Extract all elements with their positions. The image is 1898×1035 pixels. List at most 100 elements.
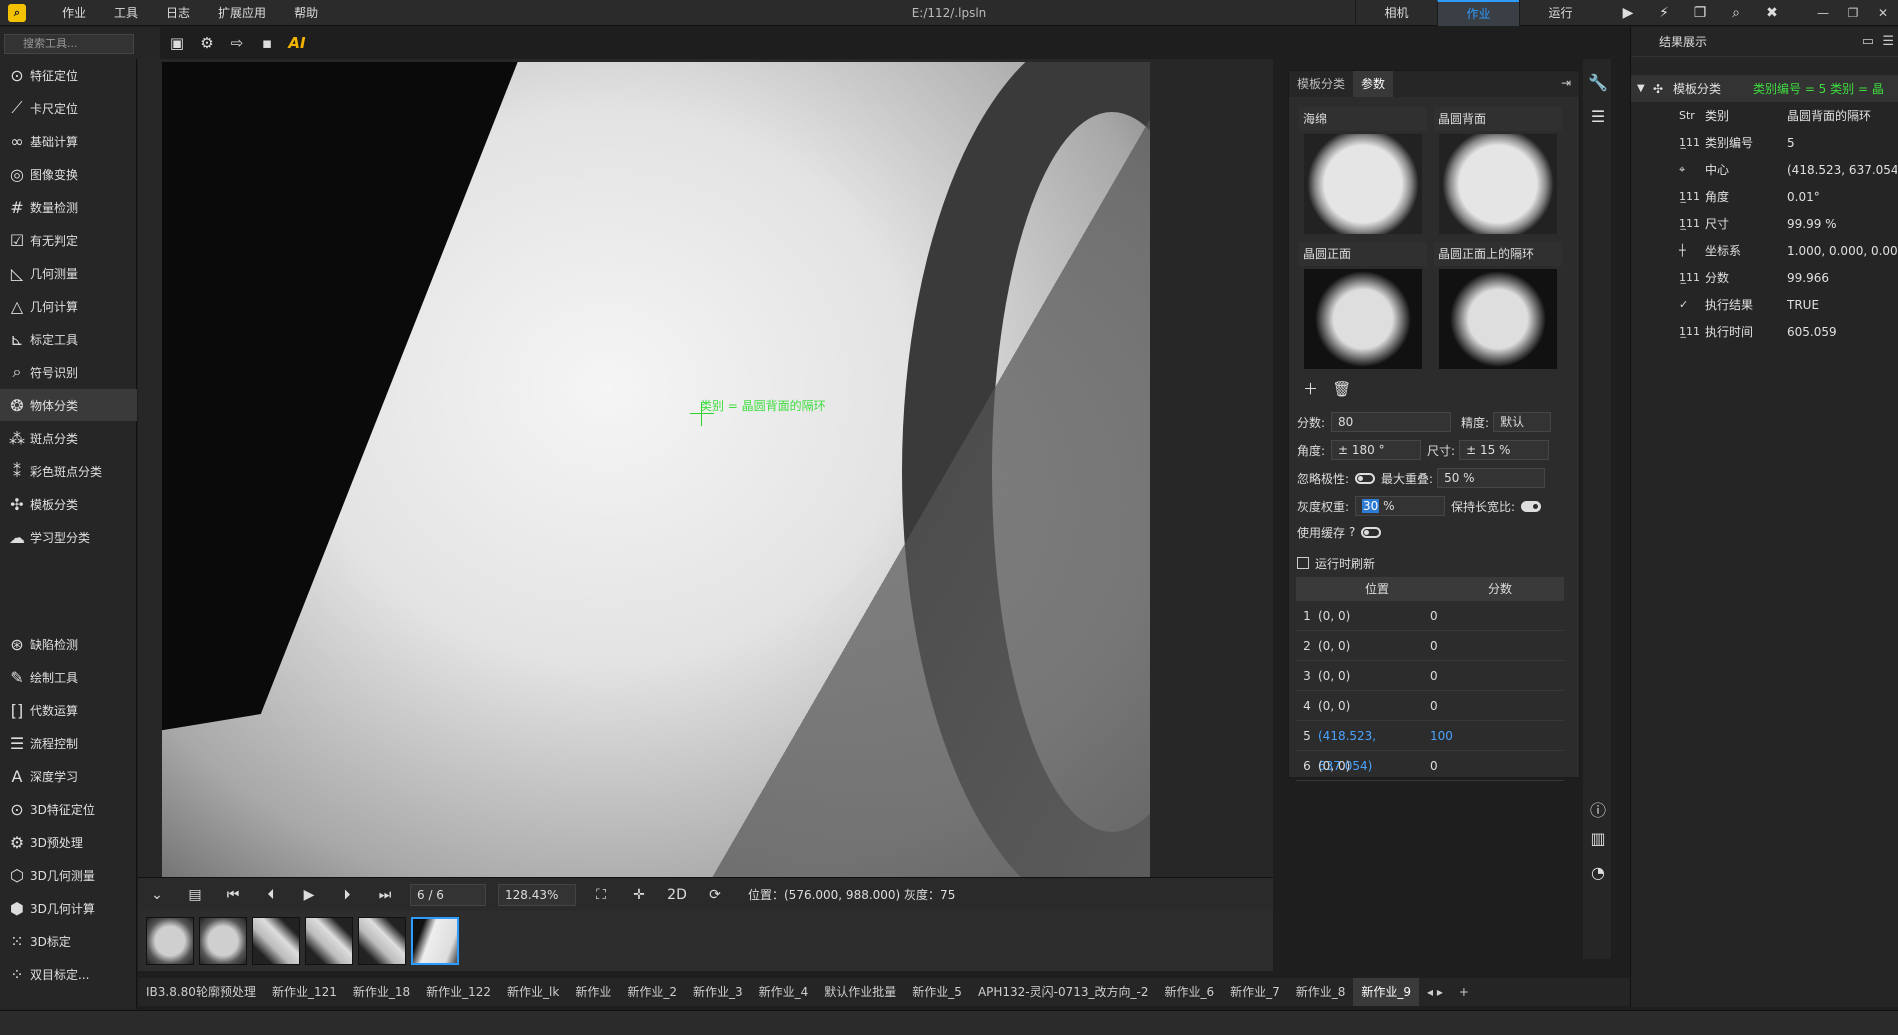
menu-help[interactable]: 帮助 (280, 0, 332, 26)
sidebar-item-image-transform[interactable]: ◎ 图像变换 (0, 158, 137, 190)
keep-ratio-toggle[interactable] (1521, 500, 1542, 512)
chart-icon[interactable]: ▥ (1587, 829, 1609, 848)
restore-icon[interactable]: ❐ (1838, 0, 1868, 26)
zoom-stepper[interactable]: 128.43% (498, 883, 576, 906)
lightning-icon[interactable]: ⚡ (1646, 0, 1682, 26)
sidebar-item-ocr[interactable]: ⌕ 符号识别 (0, 356, 137, 388)
menu-tools[interactable]: 工具 (100, 0, 152, 26)
result-row[interactable]: Str 类别 晶圆背面的隔环 (1631, 102, 1898, 129)
tab-template-classify[interactable]: 模板分类 (1289, 71, 1353, 97)
close-icon[interactable]: ✕ (1868, 0, 1898, 26)
sidebar-item-calibration[interactable]: ⊾ 标定工具 (0, 323, 137, 355)
job-tab[interactable]: 新作业_4 (751, 978, 817, 1006)
sidebar-item-geo-measure[interactable]: ◺ 几何测量 (0, 257, 137, 289)
precision-select[interactable]: 默认 (1493, 412, 1552, 432)
sidebar-item-draw[interactable]: ✎ 绘制工具 (0, 661, 137, 693)
result-row[interactable]: ┼坐标系1.000, 0.000, 0.000, - (1631, 237, 1898, 264)
use-cache-toggle[interactable] (1361, 526, 1382, 538)
job-tab[interactable]: 默认作业批量 (816, 978, 904, 1006)
collapse-icon[interactable]: ⌄ (138, 887, 176, 903)
gauge-icon[interactable]: ◔ (1587, 863, 1609, 882)
tab-scroll-icon[interactable]: ◂ ▸ (1419, 978, 1451, 1006)
job-tab[interactable]: IB3.8.80轮廓预处理 (138, 978, 264, 1006)
prev-frame-icon[interactable]: ⏴ (252, 887, 290, 903)
sidebar-item-geo-calc[interactable]: △ 几何计算 (0, 290, 137, 322)
refresh-icon[interactable]: ⟳ (696, 887, 734, 903)
angle-input[interactable]: ± 180 ° (1331, 440, 1422, 460)
tab-job[interactable]: 作业 (1437, 0, 1519, 26)
sidebar-item-3d-preprocess[interactable]: ⚙ 3D预处理 (0, 826, 137, 858)
job-tab[interactable]: 新作业_121 (264, 978, 345, 1006)
sidebar-item-flow[interactable]: ☰ 流程控制 (0, 727, 137, 759)
sidebar-item-presence[interactable]: ☑ 有无判定 (0, 224, 137, 256)
thumbnail-selected[interactable] (411, 917, 459, 965)
run-icon[interactable]: ▶ (1610, 0, 1646, 26)
template-item[interactable]: 晶圆正面上的隔环 (1434, 242, 1562, 372)
last-frame-icon[interactable]: ⏭ (366, 887, 404, 903)
size-input[interactable]: ± 15 % (1459, 440, 1550, 460)
job-tab[interactable]: 新作业_3 (685, 978, 751, 1006)
sidebar-item-template-classify[interactable]: ✣ 模板分类 (0, 488, 137, 520)
sidebar-item-algebra[interactable]: [] 代数运算 (0, 694, 137, 726)
result-row[interactable]: 1̲11 分数 99.966 (1631, 264, 1898, 291)
tab-camera[interactable]: 相机 (1355, 0, 1437, 26)
job-tab[interactable]: 新作业_8 (1288, 978, 1354, 1006)
sidebar-item-blob-classify[interactable]: ⁂ 斑点分类 (0, 422, 137, 454)
sidebar-item-basic-calc[interactable]: ∞ 基础计算 (0, 125, 137, 157)
first-frame-icon[interactable]: ⏮ (214, 887, 252, 903)
sidebar-item-3d-calib[interactable]: ⁙ 3D标定 (0, 925, 137, 957)
thumbnail[interactable] (199, 917, 247, 965)
add-icon[interactable]: ＋ (1303, 380, 1318, 398)
search-icon[interactable]: ⌕ (1718, 0, 1754, 26)
fit-icon[interactable]: ⛶ (582, 887, 620, 903)
job-tab[interactable]: 新作业_122 (418, 978, 499, 1006)
sidebar-item-object-classify[interactable]: ❂ 物体分类 (0, 389, 137, 421)
ai-link-button[interactable]: AI (282, 34, 312, 52)
result-row[interactable]: 1̲11 执行时间 605.059 (1631, 318, 1898, 345)
export-icon[interactable]: ⇨ (222, 34, 252, 52)
menu-extensions[interactable]: 扩展应用 (204, 0, 280, 26)
sidebar-item-learning-classify[interactable]: ☁ 学习型分类 (0, 521, 137, 553)
result-row[interactable]: 1̲11 角度 0.01° (1631, 183, 1898, 210)
sidebar-item-3d-calc[interactable]: ⬢ 3D几何计算 (0, 892, 137, 924)
user-off-icon[interactable]: ✖ (1754, 0, 1790, 26)
sidebar-item-color-blob[interactable]: ⁑ 彩色斑点分类 (0, 455, 137, 487)
sidebar-item-count[interactable]: # 数量检测 (0, 191, 137, 223)
thumbnail[interactable] (358, 917, 406, 965)
table-row[interactable]: 3 (0, 0) 0 (1296, 661, 1564, 691)
template-item[interactable]: 海绵 (1299, 107, 1427, 237)
table-row[interactable]: 2 (0, 0) 0 (1296, 631, 1564, 661)
job-tab[interactable]: 新作业_7 (1222, 978, 1288, 1006)
menu-job[interactable]: 作业 (48, 0, 100, 26)
job-tab[interactable]: 新作业_2 (619, 978, 685, 1006)
sidebar-item-feature-locate[interactable]: ⊙ 特征定位 (0, 59, 137, 91)
frame-stepper[interactable]: 6 / 6 (410, 883, 486, 906)
sidebar-item-deep-learning[interactable]: A 深度学习 (0, 760, 137, 792)
table-row-selected[interactable]: 5 (418.523, 637.054) 100 (1296, 721, 1564, 773)
wrench-icon[interactable]: 🔧 (1587, 73, 1609, 92)
list-icon[interactable]: ☰ (1882, 34, 1894, 49)
chevron-down-icon[interactable]: ▼ (1637, 83, 1651, 94)
gallery-icon[interactable]: ▤ (176, 887, 214, 903)
save-icon[interactable]: ▪ (252, 34, 282, 52)
sidebar-item-defect[interactable]: ⊛ 缺陷检测 (0, 628, 137, 660)
job-tab-active[interactable]: 新作业_9 (1353, 978, 1420, 1006)
help-icon[interactable]: ? (1349, 525, 1355, 539)
gray-weight-input[interactable]: 30 % (1355, 496, 1446, 516)
copy-icon[interactable]: ❐ (1682, 0, 1718, 26)
result-row[interactable]: ✓ 执行结果 TRUE (1631, 291, 1898, 318)
max-overlap-input[interactable]: 50 % (1437, 468, 1546, 488)
minimize-icon[interactable]: — (1808, 0, 1838, 26)
job-tab[interactable]: 新作业 (567, 978, 619, 1006)
table-row[interactable]: 1 (0, 0) 0 (1296, 601, 1564, 631)
folder-icon[interactable]: ▭ (1862, 34, 1874, 49)
refresh-checkbox[interactable] (1297, 557, 1309, 569)
result-root[interactable]: ▼ ✣ 模板分类 类别编号 = 5 类别 = 晶 (1631, 75, 1898, 102)
ignore-polarity-toggle[interactable] (1355, 472, 1376, 484)
sidebar-item-3d-measure[interactable]: ⬡ 3D几何测量 (0, 859, 137, 891)
template-item[interactable]: 晶圆背面 (1434, 107, 1562, 237)
center-icon[interactable]: ✛ (620, 887, 658, 903)
result-row[interactable]: 1̲11 尺寸 99.99 % (1631, 210, 1898, 237)
sidebar-item-3d-feature[interactable]: ⊙ 3D特征定位 (0, 793, 137, 825)
thumbnail[interactable] (252, 917, 300, 965)
